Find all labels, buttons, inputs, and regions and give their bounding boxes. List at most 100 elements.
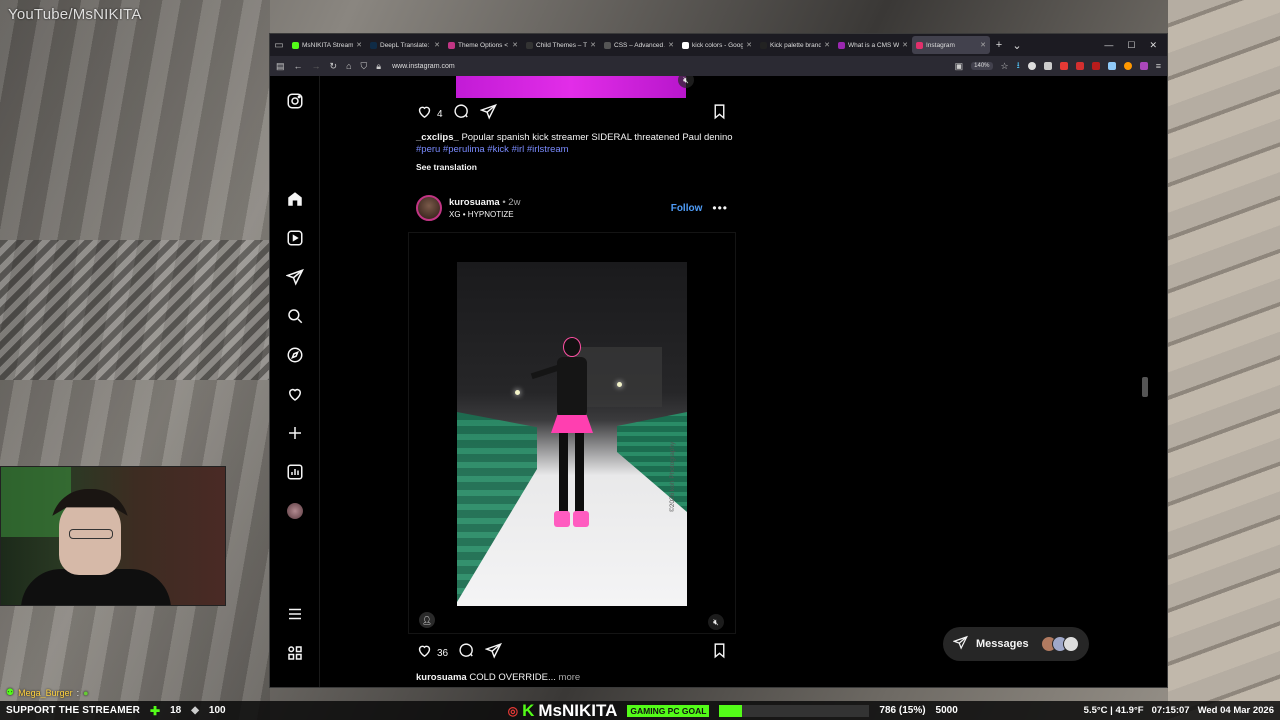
tab-6[interactable]: Kick palette brand ✕ xyxy=(756,36,834,54)
close-window-icon[interactable]: ✕ xyxy=(1149,40,1157,51)
navigation-bar: ▤ ← → ↻ ⌂ ⛉ 🔒︎ www.instagram.com ▣ 140% … xyxy=(270,56,1167,76)
caption-username[interactable]: _cxclips_ xyxy=(416,132,459,143)
close-tab-icon[interactable]: ✕ xyxy=(668,41,674,49)
extension-icon[interactable] xyxy=(1123,62,1132,70)
direct-messages-icon[interactable] xyxy=(284,266,306,288)
close-tab-icon[interactable]: ✕ xyxy=(980,41,986,49)
caption-more-link[interactable]: more xyxy=(559,672,581,683)
extension-icon[interactable] xyxy=(1075,62,1084,70)
close-tab-icon[interactable]: ✕ xyxy=(434,41,440,49)
goal-progress: 786 (15%) xyxy=(879,705,926,716)
lock-icon[interactable]: 🔒︎ xyxy=(376,61,381,72)
extension-icon[interactable] xyxy=(1091,62,1100,70)
like-heart-icon[interactable] xyxy=(416,642,433,664)
extension-icon[interactable] xyxy=(1043,62,1052,70)
post-username[interactable]: kurosuama xyxy=(449,197,500,208)
like-heart-icon[interactable] xyxy=(416,103,433,125)
goal-target: 5000 xyxy=(935,705,958,716)
tab-favicon-icon xyxy=(682,41,689,49)
close-tab-icon[interactable]: ✕ xyxy=(824,41,830,49)
caption-hashtags[interactable]: #peru #perulima #kick #irl #irlstream xyxy=(416,144,734,157)
post-audio[interactable]: XG • HYPNOTIZE xyxy=(449,210,520,219)
tab-list-chevron-down-icon[interactable]: ⌄ xyxy=(1008,39,1026,52)
post-time[interactable]: 2w xyxy=(508,197,520,208)
clock: 07:15:07 xyxy=(1151,705,1190,716)
minimize-icon[interactable]: — xyxy=(1104,40,1113,51)
tab-8[interactable]: Instagram ✕ xyxy=(912,36,990,54)
share-icon[interactable] xyxy=(478,103,497,125)
post-photo[interactable]: ©2026 koh Photography xyxy=(457,262,687,606)
muted-speaker-icon[interactable]: 🔇︎ xyxy=(678,76,694,88)
tab-5[interactable]: kick colors - Goog ✕ xyxy=(678,36,756,54)
tab-2[interactable]: Theme Options < K ✕ xyxy=(444,36,522,54)
extension-icon[interactable] xyxy=(1139,62,1148,70)
new-tab-icon[interactable]: + xyxy=(990,39,1008,51)
home-icon[interactable] xyxy=(284,188,306,210)
tab-favicon-icon xyxy=(838,41,845,49)
address-bar[interactable]: www.instagram.com xyxy=(392,63,455,70)
comment-icon[interactable] xyxy=(458,642,475,664)
tab-favicon-icon xyxy=(916,41,923,49)
star-icon[interactable]: ☆ xyxy=(1001,61,1009,72)
follow-button[interactable]: Follow xyxy=(671,203,703,214)
reels-icon[interactable] xyxy=(284,227,306,249)
reader-view-icon[interactable]: ▣ xyxy=(955,61,964,72)
close-tab-icon[interactable]: ✕ xyxy=(356,41,362,49)
profile-avatar[interactable] xyxy=(284,500,306,522)
reload-icon[interactable]: ↻ xyxy=(330,61,338,72)
comment-icon[interactable] xyxy=(453,103,470,125)
goal-label: GAMING PC GOAL xyxy=(627,704,710,717)
post-author-info: kurosuama • 2w XG • HYPNOTIZE xyxy=(449,197,520,219)
muted-speaker-icon[interactable]: 🔇︎ xyxy=(708,614,724,630)
search-icon[interactable] xyxy=(284,305,306,327)
tab-favicon-icon xyxy=(526,41,533,49)
see-translation-link[interactable]: See translation xyxy=(416,161,734,174)
tab-overview-icon[interactable]: ▭ xyxy=(270,34,288,56)
bookmark-icon[interactable] xyxy=(711,103,728,125)
street-light xyxy=(617,382,622,387)
tab-1[interactable]: DeepL Translate: T ✕ xyxy=(366,36,444,54)
scrollbar-thumb[interactable] xyxy=(1142,377,1148,397)
download-icon[interactable]: ⭳ xyxy=(1017,58,1020,74)
close-tab-icon[interactable]: ✕ xyxy=(590,41,596,49)
close-tab-icon[interactable]: ✕ xyxy=(746,41,752,49)
tab-0[interactable]: MsNIKITA Stream ✕ xyxy=(288,36,366,54)
share-icon[interactable] xyxy=(484,642,503,664)
more-menu-icon[interactable] xyxy=(284,603,306,625)
feed-column: 🔇︎ 4 _cxclips_ Popular spanish kick stre… xyxy=(408,76,736,687)
messages-button[interactable]: Messages xyxy=(943,627,1089,661)
extension-icon[interactable] xyxy=(1107,62,1116,70)
post-author-avatar[interactable] xyxy=(416,195,442,221)
close-tab-icon[interactable]: ✕ xyxy=(902,41,908,49)
tab-3[interactable]: Child Themes – Th ✕ xyxy=(522,36,600,54)
menu-icon[interactable]: ≡ xyxy=(1156,61,1161,71)
tab-7[interactable]: What is a CMS W ✕ xyxy=(834,36,912,54)
caption-username[interactable]: kurosuama xyxy=(416,672,467,683)
maximize-icon[interactable]: ☐ xyxy=(1127,40,1135,51)
extension-icon[interactable] xyxy=(1027,62,1036,70)
instagram-logo-icon[interactable] xyxy=(284,90,306,112)
home-icon[interactable]: ⌂ xyxy=(346,61,351,71)
create-plus-icon[interactable] xyxy=(284,422,306,444)
extension-icon[interactable] xyxy=(1059,62,1068,70)
more-options-icon[interactable]: ••• xyxy=(712,201,728,215)
apps-grid-icon[interactable] xyxy=(284,642,306,664)
close-tab-icon[interactable]: ✕ xyxy=(512,41,518,49)
zoom-level[interactable]: 140% xyxy=(971,62,993,70)
back-icon[interactable]: ← xyxy=(294,61,303,71)
previous-post-media[interactable] xyxy=(456,76,686,98)
sidebar-toggle-icon[interactable]: ▤ xyxy=(276,61,285,72)
post-media[interactable]: ©2026 koh Photography 👤︎ 🔇︎ xyxy=(408,232,736,634)
status-info: 5.5°C | 41.9°F 07:15:07 Wed 04 Mar 2026 xyxy=(1084,705,1274,716)
tagged-user-icon[interactable]: 👤︎ xyxy=(419,612,435,628)
tab-4[interactable]: CSS – Advanced A ✕ xyxy=(600,36,678,54)
shield-icon[interactable]: ⛉ xyxy=(361,61,368,72)
post-header: kurosuama • 2w XG • HYPNOTIZE Follow ••• xyxy=(416,194,728,222)
bookmark-icon[interactable] xyxy=(711,642,728,664)
forward-icon[interactable]: → xyxy=(312,61,321,71)
chat-badge-icon: ⚉ xyxy=(6,687,15,697)
notifications-heart-icon[interactable] xyxy=(284,383,306,405)
like-count: 36 xyxy=(437,647,449,659)
explore-icon[interactable] xyxy=(284,344,306,366)
dashboard-icon[interactable] xyxy=(284,461,306,483)
